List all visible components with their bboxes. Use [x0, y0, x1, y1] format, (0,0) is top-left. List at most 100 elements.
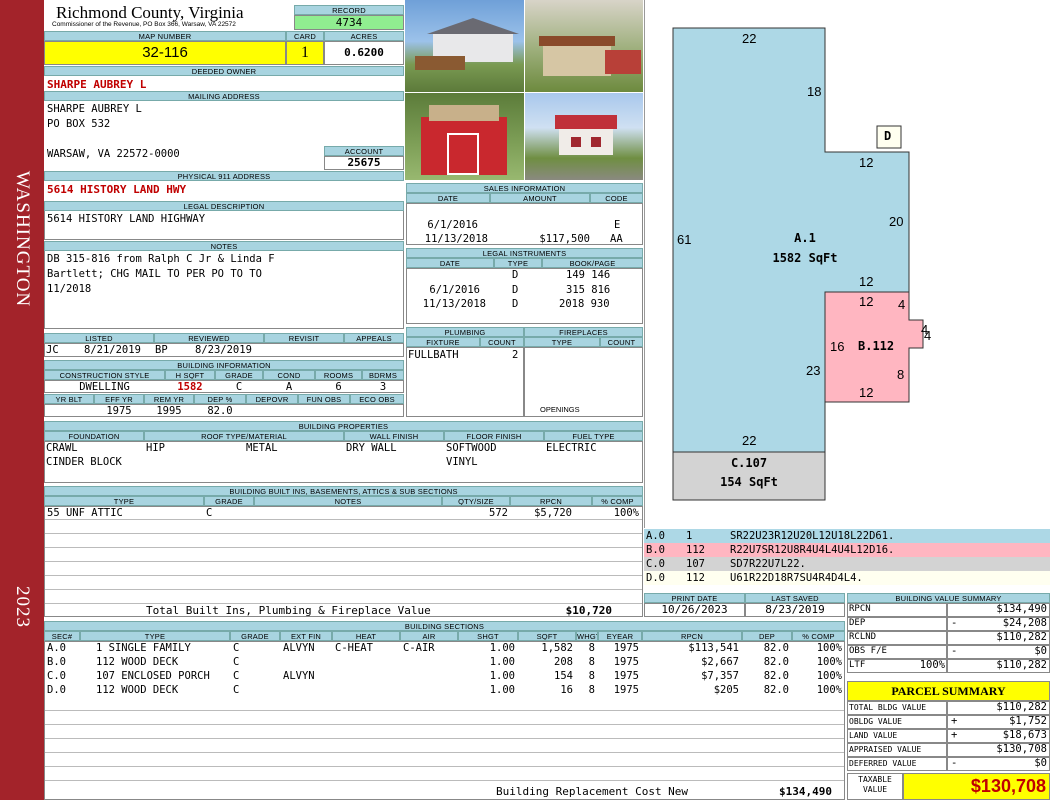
legal-date-header: DATE [406, 258, 494, 268]
section-row-0-sec: A.0 [47, 642, 66, 654]
parcel-land-label: LAND VALUE [849, 731, 898, 740]
section-row-3-grade: C [233, 684, 240, 696]
legend-c-code: SD7R22U7L22. [730, 558, 806, 570]
section-header-shgt: SHGT [458, 631, 518, 641]
section-row-1-rpcn: $2,667 [701, 656, 739, 668]
sales-row-1-date: 6/1/2016 [427, 219, 478, 231]
section-row-1-eyear: 1975 [613, 656, 639, 668]
dim-12-c: 12 [859, 294, 874, 309]
yrblt-header: YR BLT [44, 394, 94, 404]
section-row-2-type: 107 ENCLOSED PORCH [96, 670, 210, 682]
section-header-dep: DEP [742, 631, 792, 641]
legend-d-n: 112 [686, 572, 705, 584]
parcel-appraised-label: APPRAISED VALUE [849, 745, 922, 754]
legend-b-id: B.0 [646, 544, 665, 556]
hsqft-value: 1582 [177, 381, 203, 393]
builtins-type-header: TYPE [44, 496, 204, 506]
legend-d-id: D.0 [646, 572, 665, 584]
property-photo-barn-red[interactable] [405, 93, 524, 180]
property-photo-house-front[interactable] [525, 93, 643, 180]
section-row-3-dep: 82.0 [763, 684, 789, 696]
floor-finish-2: VINYL [446, 456, 478, 468]
bdrms-header: BDRMS [362, 370, 404, 380]
section-row-0-whgt: 8 [588, 642, 595, 654]
property-photo-shed-tan[interactable] [525, 0, 643, 92]
wall-finish: DRY WALL [346, 442, 397, 454]
builtins-comp: 100% [613, 507, 639, 519]
sales-row-1-code: E [614, 219, 621, 231]
section-row-0-comp: 100% [816, 642, 842, 654]
section-header-heat: HEAT [332, 631, 400, 641]
section-row-1-whgt: 8 [588, 656, 595, 668]
listed-by: JC [46, 344, 59, 356]
section-row-3-sqft: 16 [560, 684, 573, 696]
section-row-2-dep: 82.0 [763, 670, 789, 682]
foundation-1: CRAWL [46, 442, 78, 454]
builtins-rpcn-header: RPCN [510, 496, 592, 506]
replacement-cost-label: Building Replacement Cost New [496, 785, 689, 798]
legend-b-code: R22U7SR12U8R4U4L4U4L12D16. [730, 544, 895, 556]
roof-header: ROOF TYPE/MATERIAL [144, 431, 344, 441]
bdrms-value: 3 [379, 381, 387, 393]
wall-finish-header: WALL FINISH [344, 431, 444, 441]
bvs-obs-label: OBS F/E [849, 646, 887, 656]
section-row-2-shgt: 1.00 [489, 670, 515, 682]
section-row-0-ext-fin: ALVYN [283, 642, 315, 654]
section-row-2-ext-fin: ALVYN [283, 670, 315, 682]
taxable-label-2: VALUE [862, 785, 888, 794]
dep-value: 82.0 [207, 405, 233, 417]
section-row-0-shgt: 1.00 [489, 642, 515, 654]
parcel-bldg-label: TOTAL BLDG VALUE [849, 703, 927, 712]
dim-bottom: 22 [742, 433, 757, 448]
roof-material: METAL [246, 442, 278, 454]
tax-year: 2023 [12, 586, 33, 628]
section-header-comp: % COMP [792, 631, 845, 641]
legal-row-1-book: 149 146 [566, 269, 611, 281]
building-sketch[interactable]: D A.1 1582 SqFt B.112 C.107 154 SqFt 22 … [644, 0, 1050, 528]
plumbing-fixture: FULLBATH [408, 349, 459, 361]
section-row-1-sec: B.0 [47, 656, 66, 668]
remyr-header: REM YR [144, 394, 194, 404]
mailing-line-3: WARSAW, VA 22572-0000 [47, 148, 180, 160]
bvs-rpcn: $134,490 [996, 603, 1047, 615]
builtins-qty-header: QTY/SIZE [442, 496, 510, 506]
construction-style-header: CONSTRUCTION STYLE [44, 370, 165, 380]
hsqft-header: H SQFT [165, 370, 215, 380]
builtins-total-label: Total Built Ins, Plumbing & Fireplace Va… [146, 604, 431, 617]
plumbing-count: 2 [512, 349, 519, 361]
bvs-ltf-label: LTF [849, 660, 866, 670]
property-photo-house[interactable] [405, 0, 524, 92]
bvs-obs: $0 [1034, 645, 1047, 657]
record-label: RECORD [294, 5, 404, 15]
dim-12-a: 12 [859, 155, 874, 170]
replacement-cost: $134,490 [779, 785, 832, 798]
remyr-value: 1995 [156, 405, 182, 417]
bvs-rpcn-label: RPCN [849, 604, 871, 614]
building-value-summary: RPCN $134,490 DEP - $24,208 RCLND $110,2… [847, 603, 1050, 673]
sketch-title-a: A.1 [794, 231, 816, 245]
sections-rows: A.0 1 SINGLE FAMILY C ALVYN C-HEAT C-AIR 1.00 1… [44, 641, 845, 701]
ecoobs-header: ECO OBS [350, 394, 404, 404]
fuel-type: ELECTRIC [546, 442, 597, 454]
dep-header: DEP % [194, 394, 246, 404]
foundation-2: CINDER BLOCK [46, 456, 122, 468]
legend-a-n: 1 [686, 530, 693, 542]
notes-box [44, 251, 404, 329]
legal-box [44, 211, 404, 240]
sketch-legend: A.0 1 SR22U23R12U20L12U18L22D61. B.0 112 R22… [644, 529, 1050, 589]
parcel-obldg-label: OBLDG VALUE [849, 717, 902, 726]
fireplace-type-header: TYPE [524, 337, 600, 347]
section-row-1-comp: 100% [816, 656, 842, 668]
section-row-3-shgt: 1.00 [489, 684, 515, 696]
reviewed-date: 8/23/2019 [195, 344, 252, 356]
legal-row-2-book: 315 816 [566, 284, 611, 296]
openings-label: OPENINGS [540, 405, 580, 414]
section-header-grade: GRADE [230, 631, 280, 641]
legal-instruments-label: LEGAL INSTRUMENTS [406, 248, 643, 258]
legal-row-3-book: 2018 930 [559, 298, 610, 310]
revisit-header: REVISIT [264, 333, 344, 343]
fuel-type-header: FUEL TYPE [544, 431, 643, 441]
grade-value: C [235, 381, 243, 393]
building-value-summary-label: BUILDING VALUE SUMMARY [847, 593, 1050, 603]
building-properties-label: BUILDING PROPERTIES [44, 421, 643, 431]
